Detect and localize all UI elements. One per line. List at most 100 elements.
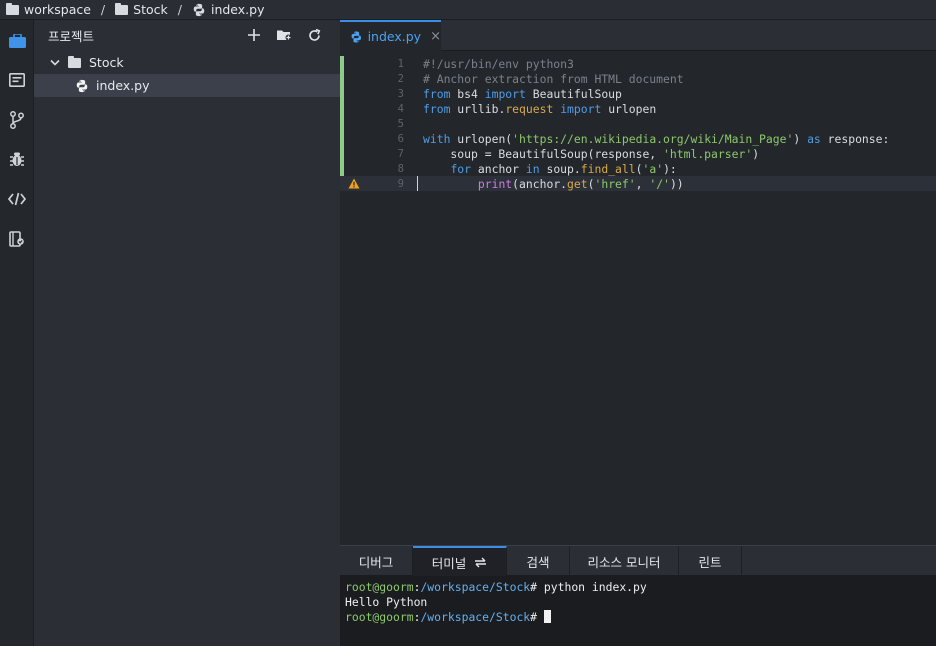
tab-label: 디버그 [358, 554, 394, 570]
breadcrumb-label: Stock [133, 2, 168, 17]
activity-git[interactable] [0, 103, 34, 137]
line-text: from bs4 import BeautifulSoup [423, 86, 622, 101]
code-icon [8, 192, 26, 206]
editor-tabbar: index.py × [340, 20, 936, 51]
folder-icon [6, 2, 19, 15]
python-icon [76, 79, 88, 92]
add-icon [248, 29, 260, 41]
add-button[interactable] [246, 26, 262, 44]
tab-lint[interactable]: 린트 [679, 546, 742, 576]
terminal-line: root@goorm:/workspace/Stock# python inde… [345, 580, 936, 595]
activity-package[interactable] [0, 222, 34, 256]
line-text: with urlopen('https://en.wikipedia.org/w… [423, 131, 890, 146]
panel-tabs: 디버그 터미널 검색 리소스 모니터 린트 [340, 545, 936, 576]
terminal[interactable]: root@goorm:/workspace/Stock# python inde… [340, 575, 936, 625]
breadcrumb-item-file[interactable]: index.py [192, 2, 265, 17]
line-number: 3 [397, 87, 404, 100]
tree-file-label: index.py [96, 78, 150, 93]
line-number: 4 [397, 102, 404, 115]
text-cursor [417, 176, 418, 191]
python-icon [193, 3, 205, 16]
package-icon [9, 231, 24, 247]
prompt-user: root@goorm [345, 580, 414, 594]
activity-code[interactable] [0, 182, 34, 216]
code-line: 3 from bs4 import BeautifulSoup [340, 86, 936, 101]
folder-icon [68, 55, 81, 68]
terminal-line: root@goorm:/workspace/Stock# [345, 610, 936, 625]
activity-project[interactable] [0, 24, 34, 58]
line-text: soup = BeautifulSoup(response, 'html.par… [423, 146, 760, 161]
prompt-path: /workspace/Stock [420, 610, 531, 624]
explorer-title: 프로젝트 [48, 29, 95, 44]
breadcrumb-separator: / [100, 2, 106, 17]
code-line: 6 with urlopen('https://en.wikipedia.org… [340, 131, 936, 146]
line-number: 8 [397, 162, 404, 175]
refresh-icon [308, 28, 320, 41]
line-number: 6 [397, 132, 404, 145]
close-icon[interactable]: × [430, 29, 441, 44]
new-folder-icon [276, 30, 291, 41]
code-line: 5 [340, 116, 936, 131]
terminal-output: Hello Python [345, 595, 428, 609]
line-text: print(anchor.get('href', '/')) [477, 176, 684, 191]
line-text: # Anchor extraction from HTML document [423, 71, 684, 86]
breadcrumb: workspace / Stock / index.py [0, 0, 936, 20]
line-number: 7 [397, 147, 404, 160]
breadcrumb-item-stock[interactable]: Stock [115, 2, 168, 17]
tab-label: 리소스 모니터 [587, 554, 661, 570]
line-text: from urllib.request import urlopen [423, 101, 657, 116]
prompt-end: # [530, 610, 538, 624]
warning-icon[interactable] [348, 178, 360, 189]
breadcrumb-label: workspace [24, 2, 91, 17]
activity-document[interactable] [0, 63, 34, 97]
new-folder-button[interactable] [276, 26, 292, 44]
prompt-end: # [530, 580, 538, 594]
code-editor: index.py × 1 #!/usr/bin/env python3 2 # … [340, 20, 936, 545]
code-line: 2 # Anchor extraction from HTML document [340, 71, 936, 86]
breadcrumb-separator: / [177, 2, 182, 17]
tree-folder-stock[interactable]: Stock [34, 51, 340, 74]
code-area[interactable]: 1 #!/usr/bin/env python3 2 # Anchor extr… [340, 51, 936, 545]
bug-icon [10, 152, 24, 166]
tree-file-index[interactable]: index.py [34, 74, 340, 97]
explorer-actions [246, 26, 322, 44]
tab-label: index.py [367, 29, 422, 44]
python-icon [351, 30, 362, 43]
tab-terminal[interactable]: 터미널 [413, 546, 507, 576]
ide-window: workspace / Stock / index.py 프로젝트 Stock … [0, 0, 936, 646]
refresh-button[interactable] [306, 26, 322, 44]
project-explorer: 프로젝트 Stock index.py [34, 20, 340, 646]
breadcrumb-label: index.py [210, 2, 265, 17]
document-icon [9, 73, 25, 87]
prompt-user: root@goorm [345, 610, 414, 624]
code-line: 4 from urllib.request import urlopen [340, 101, 936, 116]
line-text: #!/usr/bin/env python3 [423, 56, 574, 71]
tab-search[interactable]: 검색 [507, 546, 570, 576]
prompt-path: /workspace/Stock [420, 580, 531, 594]
swap-icon[interactable] [474, 557, 487, 568]
git-branch-icon [10, 111, 24, 129]
line-text: for anchor in soup.find_all('a'): [450, 161, 677, 176]
terminal-command: python index.py [537, 580, 647, 594]
tab-label: 터미널 [431, 555, 467, 571]
line-number: 1 [397, 57, 404, 70]
code-line: 1 #!/usr/bin/env python3 [340, 56, 936, 71]
code-line: 8 for anchor in soup.find_all('a'): [340, 161, 936, 176]
code-line: 7 soup = BeautifulSoup(response, 'html.p… [340, 146, 936, 161]
breadcrumb-item-workspace[interactable]: workspace [6, 2, 91, 17]
code-line-active: 9 print(anchor.get('href', '/')) [340, 176, 936, 191]
tab-resource-monitor[interactable]: 리소스 모니터 [570, 546, 679, 576]
tree-folder-label: Stock [89, 55, 124, 70]
project-icon [8, 34, 26, 48]
tab-label: 검색 [526, 554, 550, 570]
tab-label: 린트 [698, 554, 722, 570]
tab-debug[interactable]: 디버그 [340, 546, 413, 576]
activity-debug[interactable] [0, 142, 34, 176]
line-number: 2 [397, 72, 404, 85]
activity-bar [0, 20, 34, 646]
chevron-down-icon [50, 59, 60, 66]
bottom-panel: 디버그 터미널 검색 리소스 모니터 린트 root@goorm:/worksp… [340, 545, 936, 646]
tab-index-py[interactable]: index.py × [340, 20, 441, 51]
terminal-cursor [544, 610, 552, 623]
line-number: 5 [397, 117, 404, 130]
